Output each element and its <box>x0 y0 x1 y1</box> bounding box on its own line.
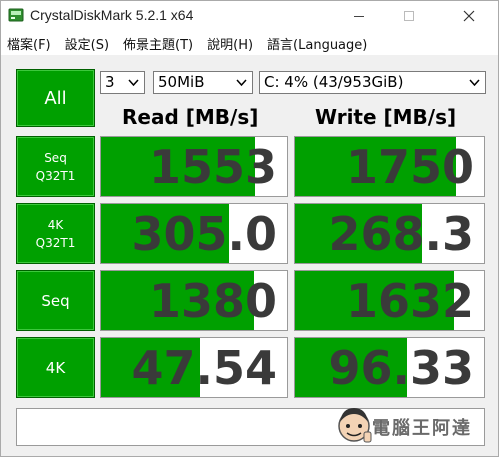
4k-q32t1-read-cell: 305.0 <box>100 203 288 264</box>
chevron-down-icon <box>469 79 480 87</box>
drive-value: C: 4% (43/953GiB) <box>264 73 404 91</box>
all-button-label: All <box>44 87 67 109</box>
seq-q32t1-write-cell: 1750 <box>294 136 485 197</box>
maximize-button[interactable] <box>386 1 432 31</box>
close-icon <box>463 10 475 22</box>
maximize-icon <box>404 11 414 21</box>
title-bar[interactable]: CrystalDiskMark 5.2.1 x64 <box>1 1 498 31</box>
menu-file[interactable]: 檔案(F) <box>1 34 58 53</box>
window-title: CrystalDiskMark 5.2.1 x64 <box>30 7 194 23</box>
menu-help[interactable]: 說明(H) <box>200 34 260 53</box>
chevron-down-icon <box>128 79 139 87</box>
read-header: Read [MB/s] <box>122 105 259 129</box>
4k-read-value: 47.54 <box>131 340 277 395</box>
close-button[interactable] <box>446 1 492 31</box>
app-window: CrystalDiskMark 5.2.1 x64 檔案(F) 設定(S) 佈景… <box>0 0 499 457</box>
minimize-icon <box>354 15 364 17</box>
minimize-button[interactable] <box>336 1 382 31</box>
watermark-text: 電腦王阿達 <box>372 418 472 439</box>
4k-write-value: 96.33 <box>328 340 474 395</box>
test-count-value: 3 <box>105 73 115 91</box>
test-label-line2: Q32T1 <box>35 168 76 183</box>
write-header: Write [MB/s] <box>315 105 457 129</box>
drive-select[interactable]: C: 4% (43/953GiB) <box>259 71 486 94</box>
4k-write-cell: 96.33 <box>294 337 485 398</box>
seq-read-cell: 1380 <box>100 270 288 331</box>
test-size-value: 50MiB <box>158 73 205 91</box>
test-label-line1: 4K <box>45 358 66 377</box>
menu-bar: 檔案(F) 設定(S) 佈景主題(T) 說明(H) 語言(Language) <box>1 31 498 55</box>
all-button[interactable]: All <box>16 69 95 127</box>
seq-write-cell: 1632 <box>294 270 485 331</box>
watermark: 電腦王阿達 <box>334 400 494 455</box>
test-label-line1: Seq <box>44 150 67 165</box>
4k-q32t1-write-cell: 268.3 <box>294 203 485 264</box>
menu-settings[interactable]: 設定(S) <box>58 34 116 53</box>
menu-theme[interactable]: 佈景主題(T) <box>116 34 200 53</box>
test-label-line2: Q32T1 <box>35 235 76 250</box>
app-icon <box>8 8 24 22</box>
test-label-line1: 4K <box>47 217 64 232</box>
4k-q32t1-read-value: 305.0 <box>131 206 277 261</box>
test-label-line1: Seq <box>41 291 70 310</box>
seq-q32t1-read-value: 1553 <box>148 139 277 194</box>
test-count-select[interactable]: 3 <box>100 71 145 94</box>
seq-write-value: 1632 <box>345 273 474 328</box>
chevron-down-icon <box>236 79 247 87</box>
4k-q32t1-write-value: 268.3 <box>328 206 474 261</box>
4k-button[interactable]: 4K <box>16 337 95 398</box>
mascot-icon <box>338 408 372 443</box>
menu-language[interactable]: 語言(Language) <box>260 34 374 53</box>
seq-q32t1-write-value: 1750 <box>345 139 474 194</box>
seq-q32t1-button[interactable]: Seq Q32T1 <box>16 136 95 197</box>
seq-q32t1-read-cell: 1553 <box>100 136 288 197</box>
4k-read-cell: 47.54 <box>100 337 288 398</box>
seq-read-value: 1380 <box>148 273 277 328</box>
seq-button[interactable]: Seq <box>16 270 95 331</box>
test-size-select[interactable]: 50MiB <box>153 71 253 94</box>
4k-q32t1-button[interactable]: 4K Q32T1 <box>16 203 95 264</box>
